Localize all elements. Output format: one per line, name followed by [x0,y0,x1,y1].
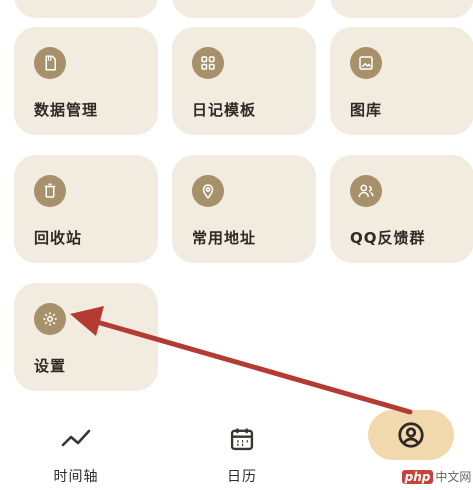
card-settings[interactable]: 设置 [14,283,158,391]
card-partial-top-middle[interactable] [172,0,316,18]
card-label: QQ反馈群 [350,229,426,247]
card-label: 常用地址 [192,229,257,247]
card-label: 图库 [350,101,383,119]
trend-line-icon [61,429,91,447]
card-label: 设置 [34,357,67,375]
card-partial-top-right[interactable] [330,0,473,18]
card-label: 数据管理 [34,101,99,119]
card-label: 日记模板 [192,101,257,119]
watermark: php 中文网 [400,463,473,490]
tab-label: 时间轴 [53,469,99,485]
card-partial-top-left[interactable] [14,0,158,18]
trash-icon [34,175,66,207]
card-label: 回收站 [34,229,83,247]
tab-calendar[interactable]: 日历 [192,420,292,490]
gear-icon [34,303,66,335]
card-recycle-bin[interactable]: 回收站 [14,155,158,263]
card-qq-feedback-group[interactable]: QQ反馈群 [330,155,473,263]
watermark-badge: php [401,469,434,484]
tab-label: 日历 [227,469,257,485]
watermark-text: 中文网 [435,470,472,484]
image-icon [350,47,382,79]
profile-icon [398,422,424,448]
card-data-management[interactable]: 数据管理 [14,27,158,135]
grid-icon [192,47,224,79]
group-icon [350,175,382,207]
card-gallery[interactable]: 图库 [330,27,473,135]
tab-timeline[interactable]: 时间轴 [26,420,126,490]
document-icon [34,47,66,79]
calendar-icon [230,428,254,451]
card-diary-templates[interactable]: 日记模板 [172,27,316,135]
card-common-addresses[interactable]: 常用地址 [172,155,316,263]
location-pin-icon [192,175,224,207]
